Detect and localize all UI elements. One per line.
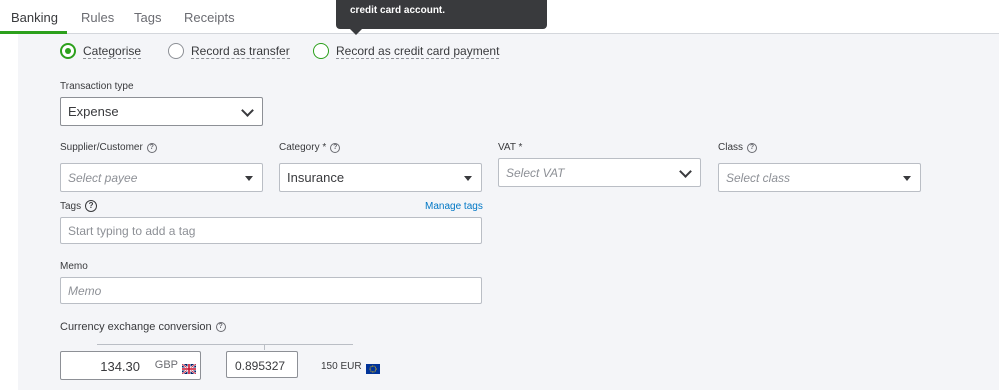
class-label-text: Class bbox=[718, 142, 744, 153]
category-label-text: Category * bbox=[279, 142, 327, 153]
help-icon[interactable]: ? bbox=[146, 142, 157, 153]
vat-label: VAT * bbox=[498, 142, 522, 153]
radio-unchecked-icon[interactable] bbox=[313, 43, 329, 59]
tooltip-text: credit card account. bbox=[350, 5, 446, 16]
tab-receipts[interactable]: Receipts bbox=[184, 10, 235, 34]
memo-label: Memo bbox=[60, 261, 88, 272]
tooltip: credit card account. bbox=[336, 0, 547, 29]
supplier-label: Supplier/Customer ? bbox=[60, 142, 157, 153]
currency-label: Currency exchange conversion ? bbox=[60, 321, 226, 333]
radio-categorise[interactable]: Categorise bbox=[60, 42, 142, 60]
tags-label-text: Tags bbox=[60, 200, 82, 212]
class-select[interactable]: Select class bbox=[718, 163, 921, 192]
memo-placeholder: Memo bbox=[68, 283, 102, 298]
supplier-placeholder: Select payee bbox=[68, 170, 138, 185]
help-icon[interactable]: ? bbox=[85, 200, 98, 212]
uk-flag-icon bbox=[182, 361, 196, 375]
vat-label-text: VAT * bbox=[498, 142, 523, 153]
vat-placeholder: Select VAT bbox=[506, 165, 565, 180]
class-label: Class ? bbox=[718, 142, 758, 153]
supplier-label-text: Supplier/Customer bbox=[60, 142, 143, 153]
radio-label: Categorise bbox=[83, 43, 142, 59]
tags-label: Tags ? bbox=[60, 200, 98, 212]
tab-rules[interactable]: Rules bbox=[81, 10, 114, 34]
help-icon[interactable]: ? bbox=[330, 142, 341, 153]
help-icon[interactable]: ? bbox=[215, 322, 226, 332]
class-placeholder: Select class bbox=[726, 170, 791, 185]
categorise-panel bbox=[18, 34, 999, 390]
supplier-select[interactable]: Select payee bbox=[60, 163, 263, 192]
chevron-down-icon bbox=[241, 103, 254, 117]
currency-code: GBP bbox=[154, 359, 178, 371]
divider bbox=[97, 344, 353, 345]
category-label: Category * ? bbox=[279, 142, 341, 153]
radio-record-as-transfer[interactable]: Record as transfer bbox=[168, 42, 290, 60]
memo-label-text: Memo bbox=[60, 261, 88, 272]
transaction-type-value: Expense bbox=[68, 104, 119, 119]
caret-down-icon bbox=[464, 175, 472, 181]
exchange-rate-input[interactable]: 0.895327 bbox=[226, 351, 298, 378]
radio-label: Record as credit card payment bbox=[336, 43, 500, 59]
converted-amount: 150 EUR bbox=[321, 361, 362, 372]
eu-flag-icon bbox=[366, 360, 380, 378]
transaction-type-select[interactable]: Expense bbox=[60, 97, 263, 126]
tags-input[interactable]: Start typing to add a tag bbox=[60, 217, 482, 244]
radio-label: Record as transfer bbox=[191, 43, 290, 59]
radio-unchecked-icon[interactable] bbox=[168, 43, 184, 59]
transaction-type-label: Transaction type bbox=[60, 81, 134, 92]
category-select[interactable]: Insurance bbox=[279, 163, 482, 192]
memo-input[interactable]: Memo bbox=[60, 277, 482, 304]
category-value: Insurance bbox=[287, 170, 345, 185]
divider-tick bbox=[264, 344, 265, 350]
caret-down-icon bbox=[245, 175, 253, 181]
amount-value: 134.30 bbox=[100, 359, 140, 374]
chevron-down-icon bbox=[679, 164, 692, 178]
amount-input[interactable]: 134.30 GBP bbox=[60, 351, 201, 380]
exchange-rate-value: 0.895327 bbox=[235, 359, 286, 373]
tags-placeholder: Start typing to add a tag bbox=[68, 223, 196, 238]
radio-record-as-credit-card-payment[interactable]: Record as credit card payment bbox=[313, 42, 500, 60]
tooltip-arrow bbox=[350, 29, 362, 35]
radio-checked-icon[interactable] bbox=[60, 43, 76, 59]
help-icon[interactable]: ? bbox=[747, 142, 758, 153]
manage-tags-link[interactable]: Manage tags bbox=[425, 201, 483, 212]
caret-down-icon bbox=[903, 175, 911, 181]
currency-label-text: Currency exchange conversion bbox=[60, 321, 212, 333]
vat-select[interactable]: Select VAT bbox=[498, 158, 701, 187]
transaction-type-label-text: Transaction type bbox=[60, 81, 134, 92]
tab-tags[interactable]: Tags bbox=[134, 10, 161, 34]
